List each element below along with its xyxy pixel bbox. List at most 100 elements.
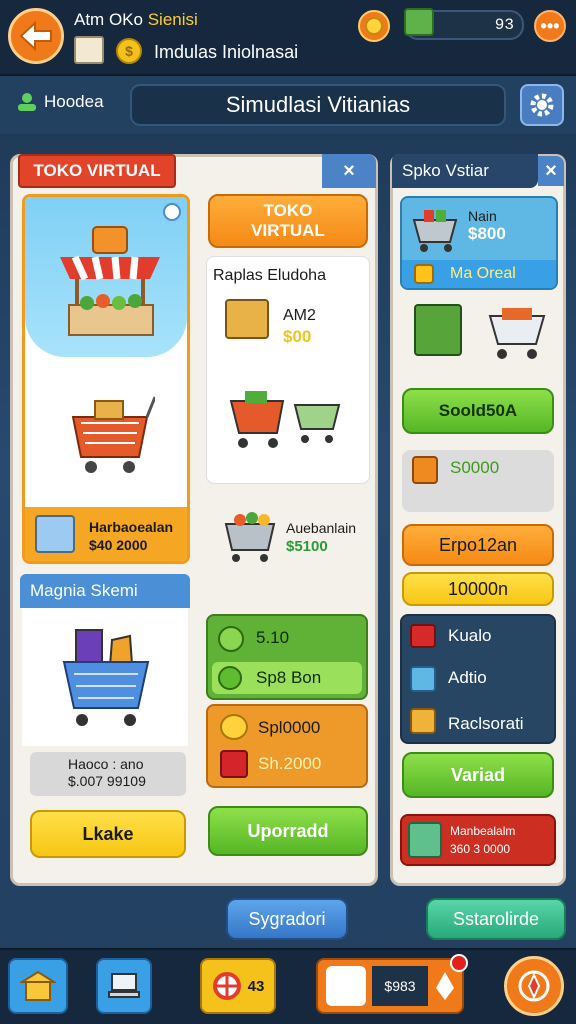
coin-icon <box>414 264 434 284</box>
toko-virtual-button[interactable]: TOKO VIRTUAL <box>208 194 368 248</box>
right-card1-price: $800 <box>468 224 506 243</box>
menu-list: Kualo Adtio Raclsorati <box>400 614 556 744</box>
rocket-icon <box>434 970 456 1002</box>
stats-green-value1: 5.10 <box>256 628 290 647</box>
section2-meta-line1: Haoco : ano <box>68 756 144 772</box>
product-item1-price: $00 <box>283 327 312 346</box>
bottom-bar <box>0 948 576 1024</box>
section2-meta-line2: $.007 99109 <box>68 773 146 789</box>
red-promo-line1: Manbealalm <box>450 824 516 838</box>
expand-button[interactable]: Erpo12an <box>402 524 554 566</box>
page-title: Simudlasi Vitianias <box>130 84 506 126</box>
stats-orange-card: Spl0000 Sh.2000 <box>206 704 368 788</box>
start-footer-button[interactable]: Sstarolirde <box>426 898 566 940</box>
section2-body <box>22 608 188 746</box>
store-card[interactable]: Harbaoealan $40 2000 <box>22 194 190 564</box>
section2-title: Magnia Skemi <box>30 581 138 600</box>
store-item-name: Harbaoealan <box>89 519 174 535</box>
sold-button[interactable]: Soold50A <box>402 388 554 434</box>
nav-compass-button[interactable] <box>504 956 564 1016</box>
amount-button[interactable]: 10000n <box>402 572 554 606</box>
check-coin-icon <box>218 666 242 690</box>
score-pill: 93 <box>404 8 524 40</box>
menu-item-1[interactable]: Kualo <box>448 626 491 646</box>
right-panel-tag: Spko Vstiar <box>392 154 538 188</box>
cash-register-icon <box>35 515 75 553</box>
app-title-main: Atm OKo <box>74 10 143 29</box>
product-item2-price: $5100 <box>286 538 328 555</box>
stats-green-value2: Sp8 Bon <box>256 668 322 687</box>
register-icon <box>408 822 442 858</box>
variant-button[interactable]: Variad <box>402 752 554 798</box>
phone-icon <box>410 666 436 692</box>
stats-orange-value2: Sh.2000 <box>258 754 322 773</box>
right-card1-badge: Ma Oreal <box>402 260 556 288</box>
price-row-value: S0000 <box>450 458 500 477</box>
gold-coin-button[interactable] <box>358 10 390 42</box>
stats-green-card: 5.10 Sp8 Bon <box>206 614 368 700</box>
nav-profile-group[interactable]: $983 <box>316 954 468 1014</box>
settings-button[interactable] <box>520 84 564 126</box>
price-row: S0000 <box>402 450 554 512</box>
wheel-icon <box>212 972 241 1000</box>
store-card-footer: Harbaoealan $40 2000 <box>25 507 187 561</box>
right-card1[interactable]: Nain $800 Ma Oreal <box>400 196 558 290</box>
coin-icon <box>365 17 383 35</box>
app-title: Atm OKo Sienisi <box>74 10 198 30</box>
menu-item-2[interactable]: Adtio <box>448 668 487 688</box>
right-card1-name: Nain <box>468 208 497 224</box>
coin-icon: $ <box>116 38 142 64</box>
red-promo-line2: 360 3 0000 <box>450 842 511 856</box>
user-label-text: Hoodea <box>44 92 104 111</box>
left-panel-tag: TOKO VIRTUAL <box>18 154 176 188</box>
bag-icon <box>410 624 436 648</box>
user-icon <box>18 93 36 111</box>
store-item-price: $40 2000 <box>89 537 148 553</box>
nav-shop-button[interactable] <box>8 958 68 1014</box>
more-button[interactable]: ••• <box>534 10 566 42</box>
cart-with-goods-icon <box>62 629 150 726</box>
section2-meta: Haoco : ano $.007 99109 <box>30 752 186 796</box>
like-button[interactable]: Lkake <box>30 810 186 858</box>
money-bag-icon <box>410 708 436 734</box>
right-panel-close-button[interactable]: × <box>538 156 564 186</box>
back-arrow-icon <box>19 21 52 51</box>
laptop-icon <box>108 973 140 998</box>
product-list-card: Raplas Eludoha AM2 $00 <box>206 256 370 484</box>
trolley-icon <box>412 210 458 252</box>
box-icon <box>412 456 438 484</box>
product-list-title: Raplas Eludoha <box>213 267 326 284</box>
upgrade-button[interactable]: Uporradd <box>208 806 368 856</box>
trolley-orange-icon <box>488 308 546 359</box>
coin-stack-icon <box>220 714 248 740</box>
product-item2-name: Auebanlain <box>286 520 357 536</box>
user-label[interactable]: Hoodea <box>16 92 104 112</box>
gear-icon <box>530 93 554 117</box>
back-button[interactable] <box>8 8 64 64</box>
info-icon[interactable] <box>163 203 181 221</box>
right-card1-badge-text: Ma Oreal <box>450 265 516 282</box>
shopping-bag-icon <box>220 750 248 778</box>
compass-icon <box>518 970 550 1002</box>
product-item1-name: AM2 <box>283 307 316 324</box>
shopping-basket-icon <box>71 396 155 473</box>
nav-wheel-button[interactable]: 43 <box>200 958 276 1014</box>
upgrade-footer-button[interactable]: Sygradori <box>226 898 348 940</box>
notification-dot <box>450 954 468 972</box>
fruit-basket-icon <box>224 512 276 562</box>
nav-laptop-button[interactable] <box>96 958 152 1014</box>
app-subtitle: Imdulas Iniolnasai <box>154 42 299 62</box>
trolley-pair-icon <box>229 391 341 448</box>
cash-icon <box>404 8 434 36</box>
stats-green-row2: Sp8 Bon <box>212 662 362 694</box>
left-panel-close-button[interactable]: × <box>322 154 376 188</box>
right-panel-tag-text: Spko Vstiar <box>402 161 489 180</box>
shop-icon <box>20 970 56 1001</box>
app-title-accent: Sienisi <box>147 10 198 29</box>
menu-item-3[interactable]: Raclsorati <box>448 714 524 734</box>
profile-icon <box>326 966 366 1006</box>
receipt-icon <box>74 36 104 64</box>
close-icon: × <box>545 159 557 182</box>
market-stall-icon <box>60 226 160 336</box>
red-promo-card[interactable]: Manbealalm 360 3 0000 <box>400 814 556 866</box>
